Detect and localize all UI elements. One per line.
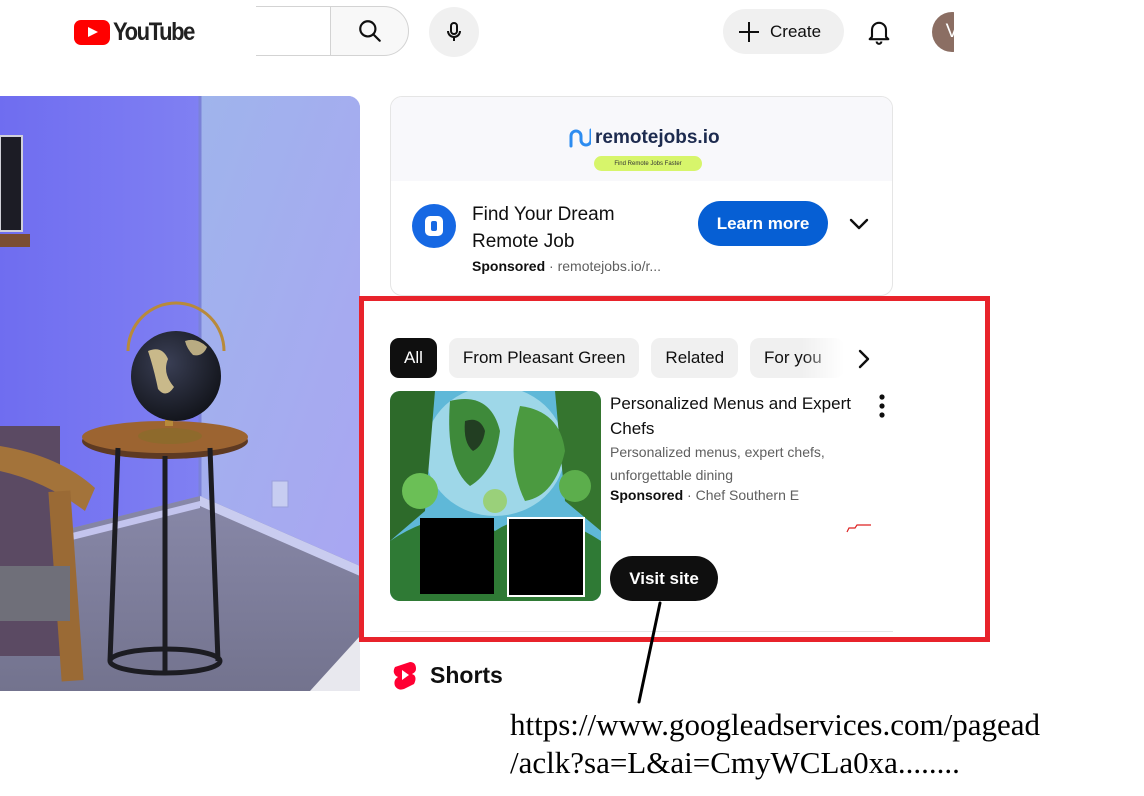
logo-text: YouTube [113, 17, 195, 46]
ad-meta-separator: · [549, 258, 554, 274]
ad-title[interactable]: Find Your Dream Remote Job [472, 201, 662, 255]
bell-icon [868, 21, 890, 45]
ad-meta: Sponsored · remotejobs.io/r... [472, 258, 661, 274]
annotation-url: https://www.googleadservices.com/pagead … [510, 706, 1140, 782]
remotejobs-app-icon [425, 216, 443, 236]
visit-site-button[interactable]: Visit site [610, 556, 718, 601]
ad-domain: remotejobs.io/r... [557, 258, 662, 274]
annotation-url-line-2: /aclk?sa=L&ai=CmyWCLa0xa........ [510, 745, 960, 780]
more-actions-button[interactable] [870, 392, 894, 420]
chevron-right-icon [858, 349, 870, 369]
avatar-initial: V [932, 12, 954, 52]
chevron-down-icon [849, 218, 869, 230]
annotation-url-line-1: https://www.googleadservices.com/pagead [510, 707, 1041, 742]
microphone-icon [447, 22, 461, 41]
red-scribble-mark [846, 524, 871, 533]
chip-for-you[interactable]: For you [750, 338, 845, 378]
ad-advertiser-icon[interactable] [412, 204, 456, 248]
sponsored-advertiser: Chef Southern E [695, 487, 800, 503]
chip-related[interactable]: Related [651, 338, 739, 378]
chip-all[interactable]: All [390, 338, 437, 378]
thumbnail-image [390, 391, 601, 601]
search-icon [358, 20, 381, 42]
create-label: Create [770, 21, 822, 41]
video-frame [0, 96, 360, 691]
shorts-section-header[interactable]: Shorts [392, 660, 503, 690]
ad-brand: remotejobs.io [569, 127, 720, 149]
create-button[interactable]: Create [723, 9, 844, 54]
search-input[interactable] [256, 6, 330, 56]
sponsored-label: Sponsored [610, 487, 684, 503]
youtube-play-icon [74, 19, 110, 45]
shorts-label: Shorts [430, 661, 503, 688]
ad-banner[interactable]: remotejobs.io Find Remote Jobs Faster [391, 97, 892, 181]
notifications-button[interactable] [862, 14, 896, 48]
sponsored-thumbnail[interactable] [390, 391, 601, 601]
sponsored-description: Personalized menus, expert chefs, unforg… [610, 444, 825, 483]
filter-chips: All From Pleasant Green Related For you [390, 338, 856, 378]
video-player[interactable] [0, 96, 360, 691]
section-divider [390, 631, 893, 632]
ad-brand-name: remotejobs.io [595, 127, 720, 148]
avatar[interactable]: V [932, 12, 954, 52]
plus-icon [739, 21, 759, 42]
ad-brand-tagline: Find Remote Jobs Faster [594, 156, 702, 171]
shorts-icon [393, 662, 416, 690]
kebab-menu-icon [879, 394, 885, 418]
ad-card[interactable]: remotejobs.io Find Remote Jobs Faster Fi… [390, 96, 893, 296]
sponsored-title[interactable]: Personalized Menus and Expert Chefs [610, 391, 872, 441]
ad-expand-button[interactable] [846, 211, 872, 237]
learn-more-button[interactable]: Learn more [698, 201, 828, 246]
search-button[interactable] [330, 6, 409, 56]
sponsored-meta: Sponsored · Chef Southern E [610, 487, 799, 503]
voice-search-button[interactable] [429, 7, 479, 57]
chip-from-pleasant-green[interactable]: From Pleasant Green [448, 338, 640, 378]
ad-sponsored-label: Sponsored [472, 258, 546, 274]
youtube-logo[interactable]: YouTube [74, 18, 205, 46]
sponsored-meta-separator: · [687, 487, 692, 503]
remotejobs-logo-icon [569, 128, 591, 148]
chips-next-button[interactable] [849, 344, 879, 374]
